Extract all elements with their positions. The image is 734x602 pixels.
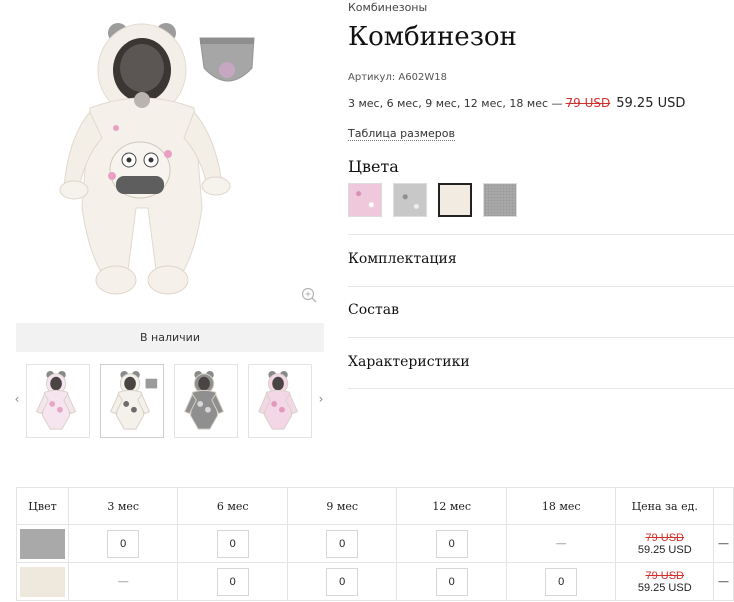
accordion-label[interactable]: Характеристики <box>348 354 470 370</box>
thumbnail-item[interactable] <box>248 364 312 438</box>
old-price: 79 USD <box>565 96 611 110</box>
row-old-price: 79 USD <box>645 531 684 544</box>
quantity-input[interactable]: 0 <box>545 567 578 596</box>
row-trailing: — <box>718 575 729 588</box>
quantity-input[interactable]: 0 <box>216 567 249 596</box>
color-swatch-grey[interactable] <box>483 183 517 217</box>
chevron-right-icon[interactable]: › <box>316 392 326 406</box>
color-swatch-pink-floral[interactable] <box>348 183 382 217</box>
col-header-size: 6 мес <box>177 487 288 525</box>
row-new-price: 59.25 USD <box>637 581 692 594</box>
accordion-kit[interactable]: Комплектация <box>348 234 734 286</box>
quantity-input[interactable]: 0 <box>216 529 249 558</box>
breadcrumb[interactable]: Комбинезоны <box>348 1 427 14</box>
product-main-image[interactable] <box>16 8 324 308</box>
zoom-in-icon[interactable] <box>300 286 318 304</box>
thumbnail-item[interactable] <box>100 364 164 438</box>
quantity-input[interactable]: 0 <box>435 567 468 596</box>
row-old-price: 79 USD <box>645 569 684 582</box>
col-header-unit-price: Цена за ед. <box>615 487 715 525</box>
unavailable-size: — <box>117 575 129 588</box>
thumbnail-item[interactable] <box>174 364 238 438</box>
chevron-left-icon[interactable]: ‹ <box>12 392 22 406</box>
colors-heading: Цвета <box>348 157 399 176</box>
col-header-size: 12 мес <box>396 487 507 525</box>
unavailable-size: — <box>555 537 567 550</box>
order-size-table: Цвет 3 мес 6 мес 9 мес 12 мес 18 мес Цен… <box>16 487 734 601</box>
col-header-size: 9 мес <box>286 487 398 525</box>
product-sku: Артикул: A602W18 <box>348 72 447 83</box>
row-new-price: 59.25 USD <box>637 543 692 556</box>
quantity-input[interactable]: 0 <box>107 529 140 558</box>
accordion-characteristics[interactable]: Характеристики <box>348 337 734 389</box>
quantity-input[interactable]: 0 <box>326 529 359 558</box>
table-row: 0 0 0 0 — 79 USD 59.25 USD — <box>16 524 734 563</box>
col-header-size: 3 мес <box>67 487 179 525</box>
col-header-color: Цвет <box>16 487 69 525</box>
table-header-row: Цвет 3 мес 6 мес 9 мес 12 мес 18 мес Цен… <box>16 487 734 525</box>
accordion-composition[interactable]: Состав <box>348 286 734 337</box>
sizes-list: 3 мес, 6 мес, 9 мес, 12 мес, 18 мес — <box>348 97 563 110</box>
price-line: 3 мес, 6 мес, 9 мес, 12 мес, 18 мес —79 … <box>348 96 685 111</box>
col-header-size: 18 мес <box>505 487 617 525</box>
quantity-input[interactable]: 0 <box>435 529 468 558</box>
color-swatch-cream[interactable] <box>438 183 472 217</box>
current-price: 59.25 USD <box>616 96 686 111</box>
row-price: 79 USD 59.25 USD <box>615 524 715 563</box>
accordion-label[interactable]: Комплектация <box>348 251 457 267</box>
row-price: 79 USD 59.25 USD <box>615 562 715 601</box>
row-color-cell <box>16 562 69 601</box>
table-row: — 0 0 0 0 79 USD 59.25 USD — <box>16 562 734 601</box>
stock-status: В наличии <box>16 323 324 352</box>
product-title: Комбинезон <box>348 22 517 52</box>
row-color-cell <box>16 524 69 563</box>
color-swatches <box>348 183 517 217</box>
row-trailing: — <box>718 537 729 550</box>
color-swatch-grey-pattern[interactable] <box>393 183 427 217</box>
accordion-label[interactable]: Состав <box>348 302 399 318</box>
thumbnail-item[interactable] <box>26 364 90 438</box>
row-color-swatch <box>19 528 65 559</box>
row-color-swatch <box>19 566 65 597</box>
quantity-input[interactable]: 0 <box>326 567 359 596</box>
col-header-extra <box>713 487 734 525</box>
thumbnail-gallery: ‹ › <box>10 362 328 440</box>
size-table-link[interactable]: Таблица размеров <box>348 127 455 141</box>
